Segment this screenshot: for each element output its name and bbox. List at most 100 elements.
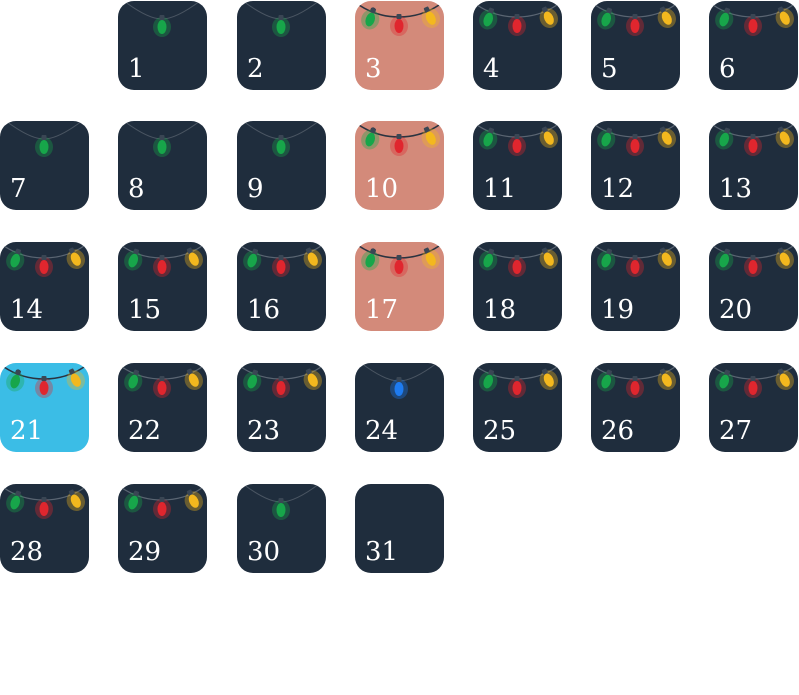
day-door-5[interactable]: 5 [591,1,680,90]
day-door-2[interactable]: 2 [237,1,326,90]
string-lights-icon [476,245,558,277]
day-number: 13 [719,174,753,204]
day-door-4[interactable]: 4 [473,1,562,90]
yellow-bulb-icon [657,247,676,269]
string-lights-icon [121,487,203,519]
green-bulb-icon [479,248,498,271]
string-lights-icon [594,245,676,277]
day-door-28[interactable]: 28 [0,484,89,573]
green-bulb-icon [597,248,616,271]
string-lights-icon [123,121,201,157]
day-door-8[interactable]: 8 [118,121,207,210]
yellow-bulb-icon [775,6,794,28]
day-number: 17 [365,295,399,325]
yellow-bulb-icon [66,368,85,390]
day-number: 31 [365,537,399,567]
day-number: 12 [601,174,635,204]
day-number: 23 [247,416,281,446]
day-door-26[interactable]: 26 [591,363,680,452]
green-bulb-icon [597,7,616,30]
day-door-17[interactable]: 17 [355,242,444,331]
day-door-15[interactable]: 15 [118,242,207,331]
day-door-9[interactable]: 9 [237,121,326,210]
string-lights-icon [594,4,676,36]
day-number: 25 [483,416,517,446]
green-bulb-icon [479,7,498,30]
day-door-21[interactable]: 21 [0,363,89,452]
day-door-18[interactable]: 18 [473,242,562,331]
day-door-27[interactable]: 27 [709,363,798,452]
string-lights-icon [358,124,440,156]
yellow-bulb-icon [539,247,558,269]
day-door-11[interactable]: 11 [473,121,562,210]
day-door-19[interactable]: 19 [591,242,680,331]
day-door-12[interactable]: 12 [591,121,680,210]
string-lights-icon [712,366,794,398]
green-bulb-icon [597,369,616,392]
string-lights-icon [360,363,438,399]
green-bulb-icon [124,369,143,392]
green-bulb-icon [715,127,734,150]
day-number: 20 [719,295,753,325]
yellow-bulb-icon [657,6,676,28]
day-door-1[interactable]: 1 [118,1,207,90]
green-bulb-icon [243,369,262,392]
day-number: 29 [128,537,162,567]
yellow-bulb-icon [184,247,203,269]
day-number: 28 [10,537,44,567]
green-bulb-icon [6,490,25,513]
green-bulb-icon [597,127,616,150]
day-door-3[interactable]: 3 [355,1,444,90]
yellow-bulb-icon [657,368,676,390]
string-lights-icon [121,245,203,277]
yellow-bulb-icon [184,368,203,390]
yellow-bulb-icon [303,247,322,269]
day-door-22[interactable]: 22 [118,363,207,452]
day-number: 22 [128,416,162,446]
day-door-31[interactable]: 31 [355,484,444,573]
day-number: 30 [247,537,281,567]
green-bulb-icon [6,248,25,271]
day-door-13[interactable]: 13 [709,121,798,210]
day-number: 15 [128,295,162,325]
day-door-14[interactable]: 14 [0,242,89,331]
yellow-bulb-icon [775,247,794,269]
string-lights-icon [712,124,794,156]
day-number: 26 [601,416,635,446]
string-lights-icon [3,245,85,277]
day-number: 14 [10,295,44,325]
day-number: 7 [10,174,27,204]
yellow-bulb-icon [421,247,440,269]
yellow-bulb-icon [775,368,794,390]
yellow-bulb-icon [421,126,440,148]
green-bulb-icon [124,490,143,513]
green-bulb-icon [243,248,262,271]
day-door-29[interactable]: 29 [118,484,207,573]
day-door-7[interactable]: 7 [0,121,89,210]
string-lights-icon [5,121,83,157]
string-lights-icon [242,121,320,157]
yellow-bulb-icon [66,247,85,269]
day-door-30[interactable]: 30 [237,484,326,573]
yellow-bulb-icon [539,6,558,28]
day-door-25[interactable]: 25 [473,363,562,452]
string-lights-icon [594,366,676,398]
string-lights-icon [712,4,794,36]
day-door-10[interactable]: 10 [355,121,444,210]
day-door-16[interactable]: 16 [237,242,326,331]
day-door-23[interactable]: 23 [237,363,326,452]
string-lights-icon [476,4,558,36]
yellow-bulb-icon [66,489,85,511]
green-bulb-icon [715,7,734,30]
green-bulb-icon [124,248,143,271]
string-lights-icon [476,124,558,156]
day-number: 4 [483,54,500,84]
day-door-24[interactable]: 24 [355,363,444,452]
string-lights-icon [240,366,322,398]
day-door-6[interactable]: 6 [709,1,798,90]
day-number: 6 [719,54,736,84]
yellow-bulb-icon [539,126,558,148]
green-bulb-icon [715,248,734,271]
day-number: 5 [601,54,618,84]
day-door-20[interactable]: 20 [709,242,798,331]
